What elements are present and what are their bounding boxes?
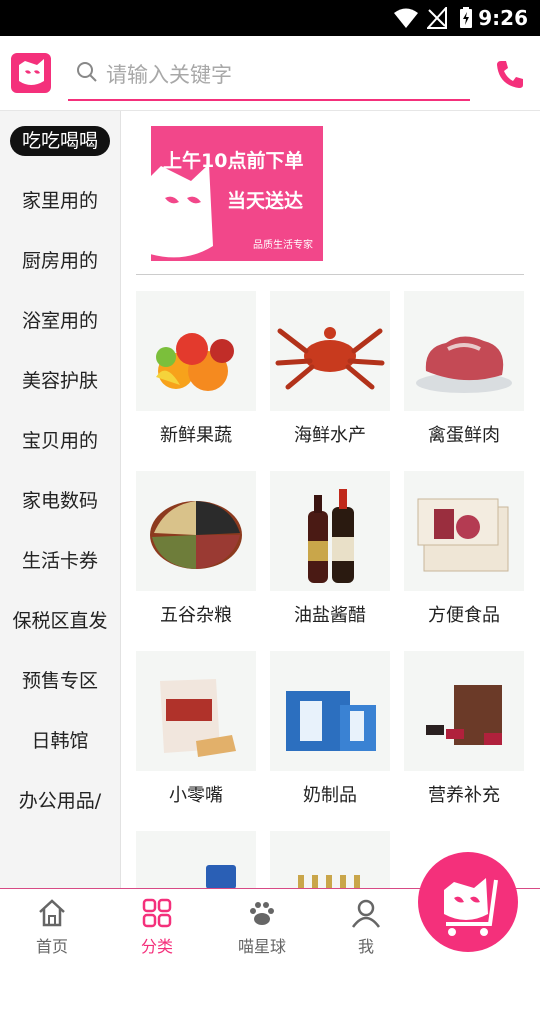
no-signal-icon bbox=[427, 7, 447, 29]
sidebar-item-label: 宝贝用的 bbox=[21, 430, 98, 452]
nav-category[interactable]: 分类 bbox=[105, 889, 209, 961]
category-condiments[interactable]: 油盐酱醋 bbox=[270, 471, 390, 651]
sauce-bottles-image bbox=[270, 471, 390, 591]
category-label: 小零嘴 bbox=[169, 785, 223, 806]
banner-line1: 上午10点前下单 bbox=[163, 150, 304, 172]
nav-home[interactable]: 首页 bbox=[0, 889, 104, 961]
search-input[interactable] bbox=[104, 57, 458, 93]
supplement-box-image bbox=[404, 651, 524, 771]
category-label: 奶制品 bbox=[303, 785, 357, 806]
nav-label: 我 bbox=[357, 937, 374, 956]
sidebar-item-jp-kr[interactable]: 日韩馆 bbox=[0, 711, 120, 771]
sidebar-item-bathroom[interactable]: 浴室用的 bbox=[0, 291, 120, 351]
crab-image bbox=[270, 291, 390, 411]
grains-image bbox=[136, 471, 256, 591]
cat-logo-icon bbox=[19, 59, 44, 85]
category-label: 新鲜果蔬 bbox=[160, 425, 232, 446]
section-divider bbox=[136, 274, 524, 275]
sidebar-item-label: 美容护肤 bbox=[21, 370, 98, 392]
snack-bag-image bbox=[136, 651, 256, 771]
sidebar-item-label: 厨房用的 bbox=[21, 250, 98, 272]
sidebar-item-label: 浴室用的 bbox=[21, 310, 98, 332]
category-label: 营养补充 bbox=[428, 785, 500, 806]
nav-meow-planet[interactable]: 喵星球 bbox=[210, 889, 314, 961]
category-dairy[interactable]: 奶制品 bbox=[270, 651, 390, 831]
nav-label: 喵星球 bbox=[237, 937, 286, 956]
category-label: 禽蛋鲜肉 bbox=[428, 425, 500, 446]
sidebar-item-beauty[interactable]: 美容护肤 bbox=[0, 351, 120, 411]
category-label: 油盐酱醋 bbox=[294, 605, 366, 626]
sidebar-item-baby[interactable]: 宝贝用的 bbox=[0, 411, 120, 471]
category-label: 海鲜水产 bbox=[294, 425, 366, 446]
sidebar-item-kitchen[interactable]: 厨房用的 bbox=[0, 231, 120, 291]
wifi-icon bbox=[394, 8, 418, 28]
app-logo[interactable] bbox=[11, 53, 51, 93]
sidebar-item-label: 家里用的 bbox=[21, 190, 98, 212]
top-header bbox=[0, 36, 540, 111]
category-seafood[interactable]: 海鲜水产 bbox=[270, 291, 390, 471]
category-grains[interactable]: 五谷杂粮 bbox=[136, 471, 256, 651]
nav-label: 分类 bbox=[140, 937, 173, 956]
status-bar: 9:26 bbox=[0, 0, 540, 36]
sidebar-item-vouchers[interactable]: 生活卡券 bbox=[0, 531, 120, 591]
meat-image bbox=[404, 291, 524, 411]
category-meat-eggs[interactable]: 禽蛋鲜肉 bbox=[404, 291, 524, 471]
status-time: 9:26 bbox=[478, 6, 528, 30]
category-sidebar: 吃吃喝喝 家里用的 厨房用的 浴室用的 美容护肤 宝贝用的 家电数码 生活卡券 … bbox=[0, 111, 121, 888]
fruit-vegetables-image bbox=[136, 291, 256, 411]
banner-brand: 品质生活专家 bbox=[253, 240, 313, 251]
sidebar-item-label: 办公用品/ bbox=[18, 790, 102, 812]
sidebar-item-label: 预售专区 bbox=[21, 670, 98, 692]
category-snacks[interactable]: 小零嘴 bbox=[136, 651, 256, 831]
sidebar-item-office[interactable]: 办公用品/ bbox=[0, 771, 120, 831]
sidebar-item-eat-drink[interactable]: 吃吃喝喝 bbox=[0, 111, 120, 171]
sidebar-item-bonded[interactable]: 保税区直发 bbox=[0, 591, 120, 651]
banner-line2: 当天送达 bbox=[227, 190, 304, 212]
battery-charging-icon bbox=[460, 7, 472, 28]
cat-cart-icon bbox=[444, 878, 498, 936]
promo-banner[interactable]: 上午10点前下单 当天送达 品质生活专家 bbox=[151, 126, 323, 261]
sidebar-item-label: 保税区直发 bbox=[12, 610, 108, 632]
category-label: 方便食品 bbox=[428, 605, 500, 626]
packaged-food-image bbox=[404, 471, 524, 591]
milk-box-image bbox=[270, 651, 390, 771]
home-icon bbox=[39, 899, 65, 927]
cart-button[interactable] bbox=[418, 852, 518, 952]
sidebar-item-home[interactable]: 家里用的 bbox=[0, 171, 120, 231]
search-icon bbox=[77, 62, 97, 82]
sidebar-item-label: 吃吃喝喝 bbox=[9, 126, 110, 156]
user-icon bbox=[351, 899, 381, 928]
sidebar-item-electronics[interactable]: 家电数码 bbox=[0, 471, 120, 531]
category-grid-icon bbox=[142, 898, 172, 928]
paw-icon bbox=[250, 902, 274, 925]
sidebar-item-label: 生活卡券 bbox=[21, 550, 98, 572]
nav-me[interactable]: 我 bbox=[314, 889, 418, 961]
phone-icon[interactable] bbox=[494, 58, 526, 90]
category-convenience-food[interactable]: 方便食品 bbox=[404, 471, 524, 651]
sidebar-item-presale[interactable]: 预售专区 bbox=[0, 651, 120, 711]
search-bar[interactable] bbox=[68, 51, 470, 101]
category-nutrition[interactable]: 营养补充 bbox=[404, 651, 524, 831]
nav-label: 首页 bbox=[35, 937, 68, 956]
sidebar-item-label: 家电数码 bbox=[21, 490, 98, 512]
category-fresh-produce[interactable]: 新鲜果蔬 bbox=[136, 291, 256, 471]
category-label: 五谷杂粮 bbox=[160, 605, 232, 626]
sidebar-item-label: 日韩馆 bbox=[31, 730, 89, 752]
